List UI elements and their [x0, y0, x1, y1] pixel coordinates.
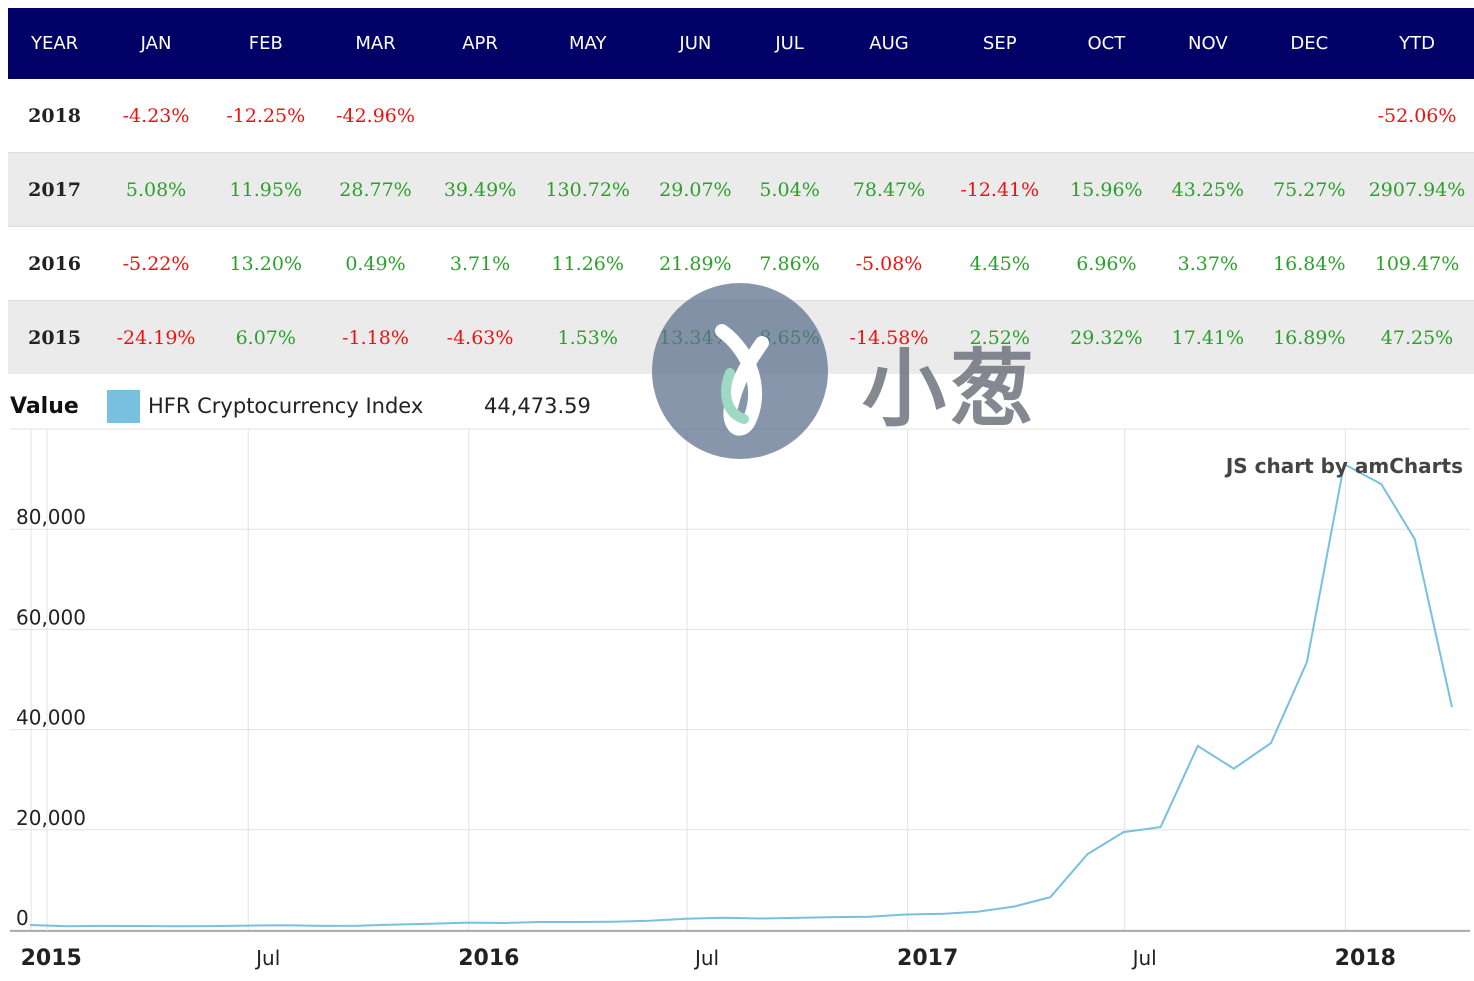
- y-tick-label: 40,000: [16, 706, 86, 730]
- year-cell: 2016: [8, 226, 102, 301]
- y-tick-label: 20,000: [16, 806, 86, 830]
- column-header: SEP: [943, 8, 1056, 79]
- return-cell: 17.41%: [1157, 300, 1259, 374]
- column-header: YEAR: [8, 8, 102, 79]
- return-cell: -1.18%: [320, 300, 431, 374]
- series-line[interactable]: [29, 462, 1453, 928]
- year-cell: 2017: [8, 152, 102, 227]
- column-header: JAN: [101, 8, 211, 79]
- return-cell: 1.53%: [529, 300, 646, 374]
- x-tick-label: 2017: [897, 946, 958, 971]
- return-cell: 16.89%: [1258, 300, 1361, 374]
- return-cell: -12.25%: [210, 79, 321, 153]
- return-cell: -4.23%: [101, 79, 211, 153]
- column-header: YTD: [1360, 8, 1474, 79]
- return-cell: 75.27%: [1258, 152, 1361, 227]
- return-cell: -4.63%: [430, 300, 530, 374]
- column-header: APR: [430, 8, 530, 79]
- watermark-logo-icon: [652, 283, 828, 459]
- return-cell: [430, 79, 530, 153]
- column-header: MAY: [529, 8, 646, 79]
- x-tick-label: 2016: [458, 946, 519, 971]
- x-tick-label: Jul: [1131, 946, 1157, 970]
- return-cell: [1258, 79, 1361, 153]
- return-cell: -5.22%: [101, 226, 211, 301]
- chart-credit-link[interactable]: JS chart by amCharts: [1224, 454, 1463, 478]
- return-cell: 11.26%: [529, 226, 646, 301]
- return-cell: 130.72%: [529, 152, 646, 227]
- column-header: OCT: [1055, 8, 1158, 79]
- column-header: JUL: [745, 8, 835, 79]
- y-tick-label: 0: [16, 906, 29, 930]
- return-cell: 109.47%: [1360, 226, 1474, 301]
- watermark-text: 小葱: [862, 340, 1039, 438]
- return-cell: 43.25%: [1157, 152, 1259, 227]
- return-cell: 29.07%: [645, 152, 746, 227]
- return-cell: 4.45%: [943, 226, 1056, 301]
- x-tick-label: 2015: [21, 946, 82, 971]
- table-row: 2018 -4.23% -12.25% -42.96% -52.06%: [8, 79, 1474, 153]
- return-cell: -12.41%: [943, 152, 1056, 227]
- return-cell: 16.84%: [1258, 226, 1361, 301]
- return-cell: 28.77%: [320, 152, 431, 227]
- return-cell: -24.19%: [101, 300, 211, 374]
- table-row: 2017 5.08% 11.95% 28.77% 39.49% 130.72% 29.07%…: [8, 152, 1474, 227]
- column-header: FEB: [210, 8, 321, 79]
- column-header: MAR: [320, 8, 431, 79]
- return-cell: 0.49%: [320, 226, 431, 301]
- return-cell: -5.08%: [834, 226, 944, 301]
- column-header: NOV: [1157, 8, 1259, 79]
- return-cell: [943, 79, 1056, 153]
- x-tick-label: 2018: [1335, 946, 1396, 971]
- return-cell: 13.20%: [210, 226, 321, 301]
- value-label: Value: [10, 393, 79, 419]
- return-cell: [834, 79, 944, 153]
- return-cell: [529, 79, 646, 153]
- return-cell: -42.96%: [320, 79, 431, 153]
- return-cell: 6.07%: [210, 300, 321, 374]
- y-tick-label: 60,000: [16, 605, 86, 629]
- return-cell: [1157, 79, 1259, 153]
- column-header: AUG: [834, 8, 944, 79]
- column-header: DEC: [1258, 8, 1361, 79]
- y-tick-label: 80,000: [16, 505, 86, 529]
- return-cell: [745, 79, 835, 153]
- column-header: JUN: [645, 8, 746, 79]
- return-cell: 29.32%: [1055, 300, 1158, 374]
- year-cell: 2018: [8, 79, 102, 153]
- return-cell: 11.95%: [210, 152, 321, 227]
- return-cell: 6.96%: [1055, 226, 1158, 301]
- legend-series-name[interactable]: HFR Cryptocurrency Index: [148, 394, 484, 418]
- return-cell: 78.47%: [834, 152, 944, 227]
- return-cell: -52.06%: [1360, 79, 1474, 153]
- table-header-row: YEAR JAN FEB MAR APR MAY JUN JUL AUG SEP…: [8, 8, 1474, 79]
- return-cell: 3.71%: [430, 226, 530, 301]
- chart-legend: Value HFR Cryptocurrency Index 44,473.59: [10, 388, 591, 424]
- legend-swatch[interactable]: [107, 389, 140, 423]
- return-cell: 47.25%: [1360, 300, 1474, 374]
- return-cell: 15.96%: [1055, 152, 1158, 227]
- return-cell: 5.08%: [101, 152, 211, 227]
- x-tick-label: Jul: [693, 946, 719, 970]
- x-tick-label: Jul: [254, 946, 280, 970]
- return-cell: 5.04%: [745, 152, 835, 227]
- return-cell: 2907.94%: [1360, 152, 1474, 227]
- year-cell: 2015: [8, 300, 102, 374]
- return-cell: [1055, 79, 1158, 153]
- line-chart[interactable]: 0 20,000 40,000 60,000 80,000 2015 Jul 2016 Jul…: [0, 425, 1474, 981]
- legend-current-value: 44,473.59: [484, 394, 591, 418]
- return-cell: 39.49%: [430, 152, 530, 227]
- return-cell: [645, 79, 746, 153]
- return-cell: 3.37%: [1157, 226, 1259, 301]
